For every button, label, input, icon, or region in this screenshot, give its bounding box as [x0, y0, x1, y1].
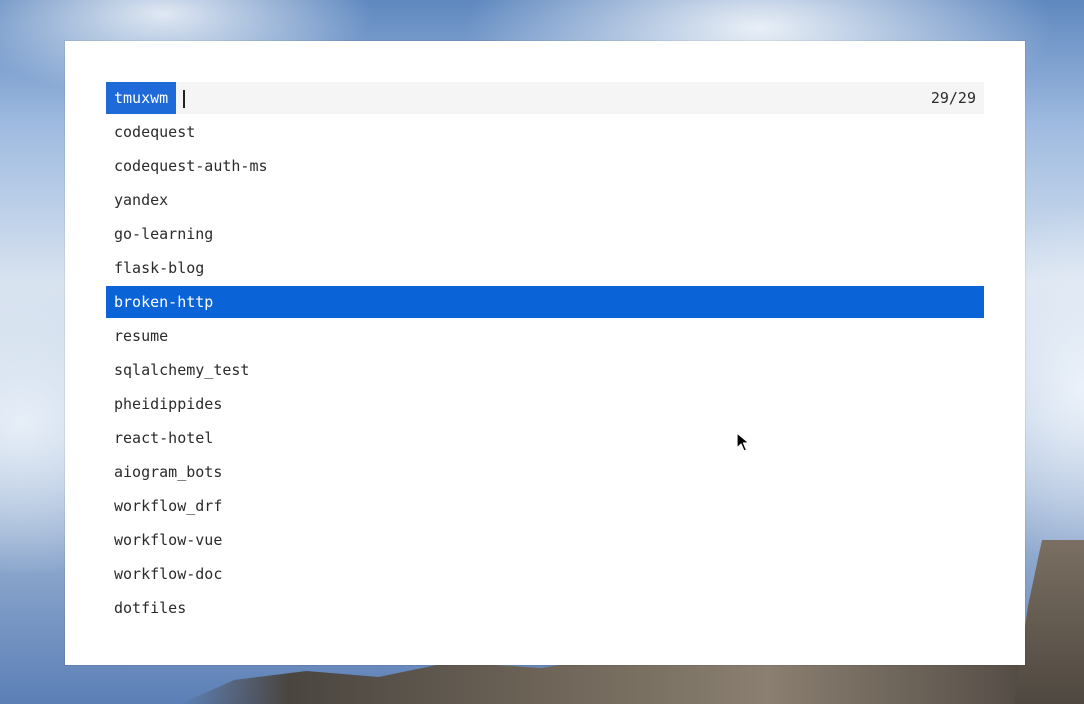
list-item[interactable]: codequest-auth-ms — [106, 150, 984, 182]
list-item[interactable]: codequest — [106, 116, 984, 148]
search-input[interactable] — [184, 82, 884, 114]
result-list: codequest codequest-auth-ms yandex go-learn… — [106, 116, 984, 626]
list-item[interactable]: go-learning — [106, 218, 984, 250]
list-item[interactable]: react-hotel — [106, 422, 984, 454]
mouse-pointer-icon — [736, 432, 750, 452]
list-item[interactable]: sqlalchemy_test — [106, 354, 984, 386]
list-item[interactable]: dotfiles — [106, 592, 984, 624]
match-counter: 29/29 — [930, 89, 976, 107]
list-item[interactable]: workflow-doc — [106, 558, 984, 590]
prompt-label: tmuxwm — [106, 82, 177, 114]
list-item[interactable]: workflow_drf — [106, 490, 984, 522]
list-item[interactable]: yandex — [106, 184, 984, 216]
list-item[interactable]: workflow-vue — [106, 524, 984, 556]
list-item[interactable]: broken-http — [106, 286, 984, 318]
text-caret — [183, 90, 185, 108]
list-item[interactable]: resume — [106, 320, 984, 352]
launcher-window: tmuxwm 29/29 codequest codequest-auth-ms y… — [65, 41, 1025, 665]
list-item[interactable]: flask-blog — [106, 252, 984, 284]
prompt-bar: tmuxwm 29/29 — [106, 82, 984, 114]
list-item[interactable]: pheidippides — [106, 388, 984, 420]
list-item[interactable]: aiogram_bots — [106, 456, 984, 488]
